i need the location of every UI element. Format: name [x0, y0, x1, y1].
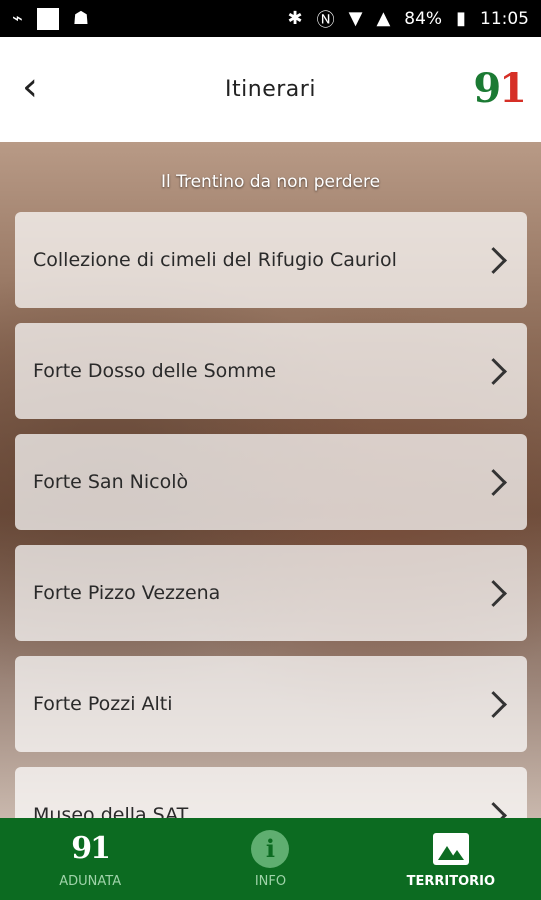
nav-label: INFO — [254, 873, 287, 889]
signal-icon: ▲ — [376, 8, 391, 29]
nav-91-glyph-accent: 1 — [90, 831, 111, 866]
list-item[interactable]: Museo della SAT — [15, 767, 527, 818]
list-item[interactable]: Forte Dosso delle Somme — [15, 323, 527, 419]
list-item-label: Collezione di cimeli del Rifugio Cauriol — [33, 249, 397, 271]
battery-percent: 84% — [404, 8, 443, 29]
image-icon-wrap — [432, 830, 469, 868]
chevron-right-icon — [480, 468, 507, 496]
wifi-icon: ▼ — [348, 8, 363, 29]
usb-icon: ⌁ — [12, 8, 23, 29]
list-item-label: Forte San Nicolò — [33, 471, 189, 493]
bluetooth-icon: ✱ — [287, 8, 303, 29]
logo-91-icon: 91 — [71, 830, 111, 868]
nav-label: ADUNATA — [59, 873, 122, 889]
list-item[interactable]: Forte Pizzo Vezzena — [15, 545, 527, 641]
page-title: Itinerari — [225, 77, 316, 102]
nav-info[interactable]: i INFO — [180, 818, 360, 900]
chevron-right-icon — [480, 246, 507, 274]
chevron-right-icon — [480, 690, 507, 718]
back-arrow-icon[interactable]: ‹ — [10, 67, 50, 111]
nav-adunata[interactable]: 91 ADUNATA — [0, 818, 180, 900]
list-item-label: Museo della SAT — [33, 804, 189, 818]
nav-territorio[interactable]: TERRITORIO — [361, 818, 541, 900]
chevron-right-icon — [480, 801, 507, 818]
list-item[interactable]: Forte San Nicolò — [15, 434, 527, 530]
nav-label: TERRITORIO — [406, 873, 496, 889]
bottom-navigation: 91 ADUNATA i INFO TERRITORIO — [0, 818, 541, 900]
notification-icon — [36, 7, 59, 30]
adunata-logo: 91 — [473, 65, 527, 112]
android-icon: ☗ — [72, 8, 89, 29]
nav-91-glyph: 9 — [71, 831, 92, 866]
clock: 11:05 — [480, 8, 529, 29]
itinerary-list: Collezione di cimeli del Rifugio Cauriol… — [15, 212, 527, 818]
list-item[interactable]: Collezione di cimeli del Rifugio Cauriol — [15, 212, 527, 308]
image-icon — [432, 832, 469, 865]
list-item-label: Forte Pozzi Alti — [33, 693, 173, 715]
list-item-label: Forte Dosso delle Somme — [33, 360, 277, 382]
list-item[interactable]: Forte Pozzi Alti — [15, 656, 527, 752]
battery-icon: ▮ — [456, 8, 466, 29]
chevron-right-icon — [480, 357, 507, 385]
info-icon-wrap: i — [251, 829, 290, 868]
list-item-label: Forte Pizzo Vezzena — [33, 582, 221, 604]
app-bar: ‹ Itinerari 91 — [0, 37, 541, 142]
info-icon: i — [251, 829, 290, 868]
status-bar: ⌁ ☗ ✱ Ⓝ ▼ ▲ 84% ▮ 11:05 — [0, 0, 541, 37]
section-title: Il Trentino da non perdere — [160, 172, 381, 192]
content-area: Il Trentino da non perdere Collezione di… — [0, 142, 541, 818]
logo-accent: 1 — [499, 65, 527, 112]
nfc-icon: Ⓝ — [316, 9, 335, 31]
logo-main: 9 — [473, 65, 501, 112]
chevron-right-icon — [480, 579, 507, 607]
